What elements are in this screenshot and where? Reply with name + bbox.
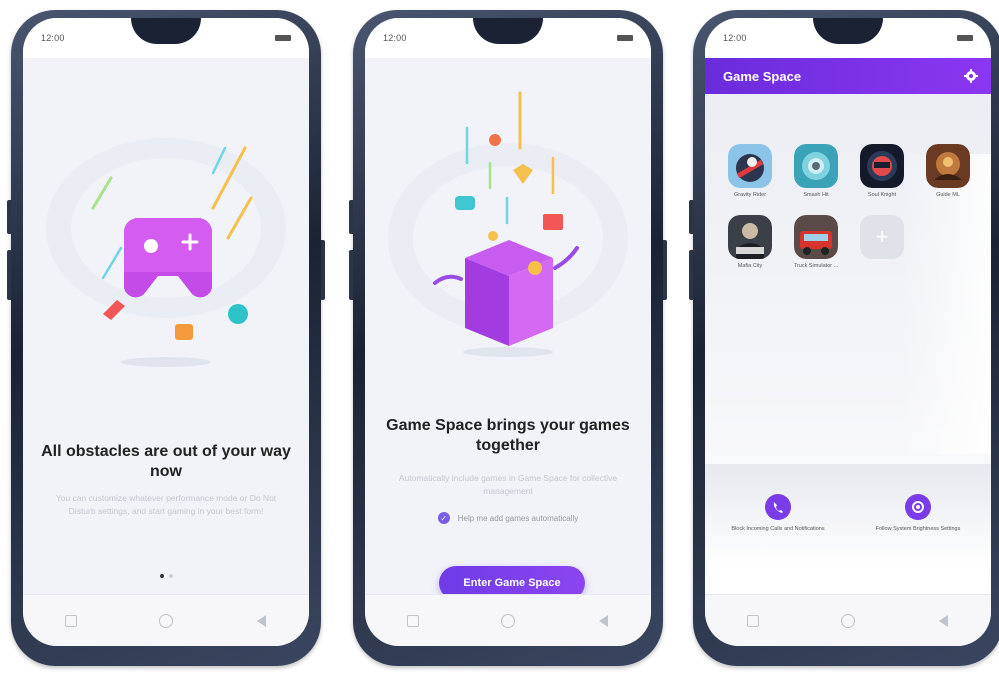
game-name: Gravity Rider bbox=[733, 192, 767, 198]
gamepad-illustration bbox=[46, 138, 286, 367]
game-name: Truck Simulator ... bbox=[793, 263, 839, 269]
nav-bar bbox=[705, 594, 991, 646]
game-name: Guide ML bbox=[936, 192, 960, 198]
game-space-body: Gravity Rider Smash Hit Soul Knight Guid… bbox=[705, 94, 991, 594]
back-button[interactable] bbox=[595, 614, 611, 628]
home-icon bbox=[500, 613, 515, 628]
game-tile-guide-ml[interactable]: Guide ML bbox=[915, 144, 981, 199]
truck-simulator-icon bbox=[794, 215, 838, 259]
status-time: 12:00 bbox=[723, 33, 747, 43]
game-tile-truck-simulator[interactable]: Truck Simulator ... bbox=[783, 215, 849, 270]
phone-onboarding-1: 12:00 All obstacles are out of your way … bbox=[7, 10, 325, 666]
home-button[interactable] bbox=[500, 613, 516, 628]
home-button[interactable] bbox=[158, 613, 174, 628]
soul-knight-icon bbox=[860, 144, 904, 188]
gift-box-illustration bbox=[388, 91, 628, 357]
game-tile-mafia-city[interactable]: Mafia City bbox=[717, 215, 783, 270]
add-game-tile[interactable]: + bbox=[849, 215, 915, 270]
game-name: Mafia City bbox=[737, 263, 763, 269]
game-space-actions: Block Incoming Calls and Notifications F… bbox=[705, 494, 991, 532]
game-name: Soul Knight bbox=[867, 192, 897, 198]
battery-icon bbox=[617, 35, 633, 41]
recents-button[interactable] bbox=[63, 614, 79, 628]
auto-add-checkbox-label: Help me add games automatically bbox=[457, 513, 579, 523]
guide-ml-icon bbox=[926, 144, 970, 188]
settings-gear-button[interactable] bbox=[963, 68, 979, 84]
recents-icon bbox=[746, 614, 759, 627]
add-icon: + bbox=[860, 215, 904, 259]
home-icon bbox=[840, 613, 855, 628]
phone-block-icon bbox=[765, 494, 791, 520]
home-icon bbox=[158, 613, 173, 628]
screen-3: 12:00 Game Space Gravity Rider Smash Hit… bbox=[705, 18, 991, 646]
battery-icon bbox=[275, 35, 291, 41]
auto-add-checkbox-row[interactable]: ✓ Help me add games automatically bbox=[365, 512, 651, 524]
mafia-city-icon bbox=[728, 215, 772, 259]
page-indicator bbox=[23, 574, 309, 578]
phone-game-space: 12:00 Game Space Gravity Rider Smash Hit… bbox=[689, 10, 999, 666]
page-dot-active bbox=[159, 574, 164, 578]
onboarding-subtext: Automatically include games in Game Spac… bbox=[398, 473, 618, 496]
status-time: 12:00 bbox=[41, 33, 65, 43]
back-icon bbox=[256, 614, 266, 627]
back-button[interactable] bbox=[253, 614, 269, 628]
block-calls-label: Block Incoming Calls and Notifications bbox=[731, 526, 825, 532]
smash-hit-icon bbox=[794, 144, 838, 188]
back-icon bbox=[938, 614, 948, 627]
page-dot bbox=[168, 574, 173, 578]
recents-button[interactable] bbox=[745, 614, 761, 628]
screen-1: 12:00 All obstacles are out of your way … bbox=[23, 18, 309, 646]
gravity-rider-icon bbox=[728, 144, 772, 188]
block-calls-action[interactable]: Block Incoming Calls and Notifications bbox=[713, 494, 843, 532]
nav-bar bbox=[23, 594, 309, 646]
status-time: 12:00 bbox=[383, 33, 407, 43]
back-button[interactable] bbox=[935, 614, 951, 628]
onboarding-headline: All obstacles are out of your way now bbox=[41, 443, 291, 480]
battery-icon bbox=[957, 35, 973, 41]
game-tile-gravity-rider[interactable]: Gravity Rider bbox=[717, 144, 783, 199]
onboarding-headline: Game Space brings your games together bbox=[386, 417, 630, 454]
checkbox-checked-icon[interactable]: ✓ bbox=[437, 512, 450, 524]
game-tile-soul-knight[interactable]: Soul Knight bbox=[849, 144, 915, 199]
stage: 12:00 All obstacles are out of your way … bbox=[0, 0, 999, 677]
nav-bar bbox=[365, 594, 651, 646]
screen-2: 12:00 Game Space brings your games toget… bbox=[365, 18, 651, 646]
recents-icon bbox=[406, 614, 419, 627]
game-tile-smash-hit[interactable]: Smash Hit bbox=[783, 144, 849, 199]
brightness-icon bbox=[905, 494, 931, 520]
game-space-header: Game Space bbox=[705, 58, 991, 94]
recents-button[interactable] bbox=[405, 614, 421, 628]
home-button[interactable] bbox=[840, 613, 856, 628]
recents-icon bbox=[64, 614, 77, 627]
brightness-action[interactable]: Follow System Brightness Settings bbox=[853, 494, 983, 532]
phone-onboarding-2: 12:00 Game Space brings your games toget… bbox=[349, 10, 667, 666]
games-grid: Gravity Rider Smash Hit Soul Knight Guid… bbox=[717, 144, 981, 270]
game-space-title: Game Space bbox=[723, 68, 802, 84]
back-icon bbox=[598, 614, 608, 627]
onboarding-subtext: You can customize whatever performance m… bbox=[55, 493, 277, 516]
brightness-label: Follow System Brightness Settings bbox=[875, 526, 961, 532]
gear-icon bbox=[964, 69, 978, 83]
game-name: Smash Hit bbox=[803, 192, 829, 198]
